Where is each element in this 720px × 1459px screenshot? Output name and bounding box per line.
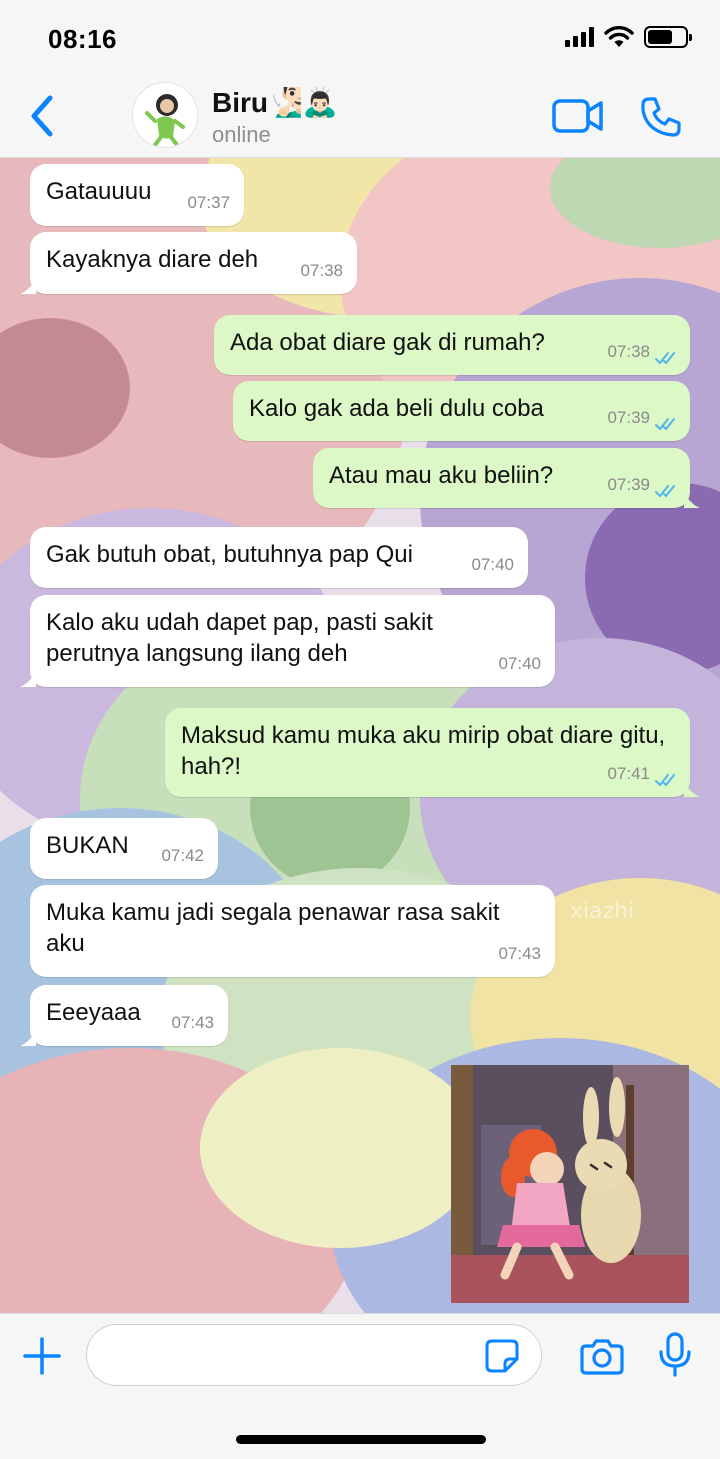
back-chevron-icon[interactable] (26, 94, 60, 138)
avatar-image (133, 83, 197, 147)
contact-name[interactable]: Biru🧏🏻‍♂️🙇🏻‍♂️ (212, 86, 338, 119)
video-call-icon[interactable] (552, 98, 604, 134)
message-time: 07:39 (607, 475, 650, 494)
cellular-signal-icon (565, 27, 594, 47)
chat-header: Biru🧏🏻‍♂️🙇🏻‍♂️ online (0, 76, 720, 158)
message-input-bar (0, 1313, 720, 1459)
status-time: 08:16 (48, 24, 117, 54)
home-indicator (236, 1435, 486, 1444)
message-time: 07:39 (607, 408, 650, 427)
wifi-icon (604, 26, 634, 47)
message-bubble-incoming[interactable]: Muka kamu jadi segala penawar rasa sakit… (30, 885, 555, 977)
message-time: 07:40 (498, 654, 541, 673)
message-time: 07:42 (161, 846, 204, 865)
message-time: 07:43 (171, 1013, 214, 1032)
message-text: Kayaknya diare deh (46, 246, 259, 273)
message-time: 07:37 (187, 193, 230, 212)
camera-icon[interactable] (580, 1336, 624, 1376)
message-bubble-outgoing[interactable]: Atau mau aku beliin? 07:39 (313, 448, 700, 508)
message-text: Kalo aku udah dapet pap, pasti sakit per… (46, 609, 433, 667)
bubble-tail (684, 492, 700, 508)
wallpaper-watermark: xiazhi (570, 899, 634, 924)
message-bubble-outgoing[interactable]: Maksud kamu muka aku mirip obat diare gi… (165, 708, 700, 797)
contact-status: online (212, 122, 271, 147)
read-receipt-icon (655, 774, 675, 786)
phone-call-icon[interactable] (640, 96, 682, 138)
microphone-icon[interactable] (658, 1332, 692, 1378)
sticker-icon[interactable] (484, 1338, 520, 1374)
plus-icon[interactable] (22, 1336, 62, 1376)
bubble-tail (20, 278, 36, 294)
message-time: 07:38 (300, 261, 343, 280)
message-bubble-incoming[interactable]: Eeeyaaa 07:43 (20, 985, 228, 1046)
message-text: Maksud kamu muka aku mirip obat diare gi… (181, 722, 666, 780)
status-icons (565, 26, 692, 48)
message-text: Gak butuh obat, butuhnya pap Qui (46, 541, 413, 568)
image-message[interactable] (451, 1065, 689, 1303)
chat-area[interactable]: xiazhi Gatauuuu 07:37 Kayaknya diare deh… (0, 158, 720, 1313)
message-bubble-outgoing[interactable]: Ada obat diare gak di rumah? 07:38 (214, 315, 690, 375)
cartoon-image (451, 1065, 689, 1303)
bubble-tail (684, 781, 700, 797)
battery-icon (644, 26, 692, 48)
message-input[interactable] (86, 1324, 542, 1386)
status-bar: 08:16 (0, 0, 720, 76)
read-receipt-icon (655, 485, 675, 497)
message-bubble-incoming[interactable]: Kalo aku udah dapet pap, pasti sakit per… (20, 595, 555, 687)
message-bubble-outgoing[interactable]: Kalo gak ada beli dulu coba 07:39 (233, 381, 690, 441)
message-bubble-incoming[interactable]: Kayaknya diare deh 07:38 (20, 232, 357, 294)
message-bubble-incoming[interactable]: BUKAN 07:42 (30, 818, 218, 879)
message-bubble-incoming[interactable]: Gatauuuu 07:37 (30, 164, 244, 226)
bubble-tail (20, 1030, 36, 1046)
message-time: 07:41 (607, 764, 650, 783)
message-text: Muka kamu jadi segala penawar rasa sakit… (46, 899, 500, 957)
message-time: 07:38 (607, 342, 650, 361)
message-time: 07:40 (471, 555, 514, 574)
read-receipt-icon (655, 418, 675, 430)
read-receipt-icon (655, 352, 675, 364)
message-time: 07:43 (498, 944, 541, 963)
message-bubble-incoming[interactable]: Gak butuh obat, butuhnya pap Qui 07:40 (30, 527, 528, 588)
bubble-tail (20, 671, 36, 687)
contact-avatar[interactable] (132, 82, 198, 148)
